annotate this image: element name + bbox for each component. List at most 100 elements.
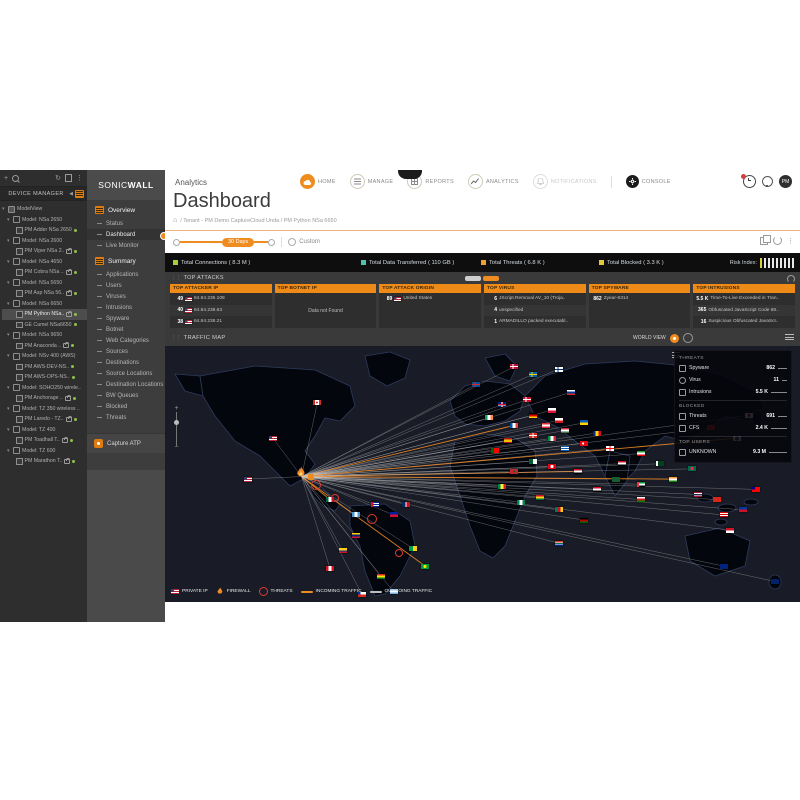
country-flag-marker-ua[interactable]	[580, 420, 588, 425]
collapse-arrow-icon[interactable]: ◀	[69, 191, 73, 197]
world-view-off-toggle[interactable]	[683, 333, 693, 343]
attack-panel-row[interactable]: 3864.84.238.21	[170, 316, 272, 328]
tree-device-item[interactable]: PM AWS-DEV-NS..	[2, 362, 87, 373]
sidebar-item-spyware[interactable]: Spyware	[87, 313, 165, 324]
sidebar-item-live-monitor[interactable]: Live Monitor	[87, 240, 165, 251]
attack-panel-row[interactable]: 1ARMADILLO packed executabl..	[484, 316, 586, 328]
country-flag-marker-pl[interactable]	[548, 408, 556, 413]
country-flag-marker-th[interactable]	[694, 492, 702, 497]
sidebar-item-dashboard[interactable]: Dashboard	[87, 229, 165, 240]
tree-root-item[interactable]: ▾ModelView	[2, 204, 87, 215]
country-flag-marker-pt[interactable]	[491, 448, 499, 453]
drag-grip-icon[interactable]: ⋮⋮	[171, 335, 182, 341]
sidebar-item-bw-queues[interactable]: BW Queues	[87, 390, 165, 401]
country-flag-marker-tr[interactable]	[580, 441, 588, 446]
toggle-right[interactable]	[483, 276, 499, 281]
country-flag-marker-ir[interactable]	[637, 451, 645, 456]
country-flag-marker-cz[interactable]	[555, 418, 563, 423]
device-checkbox[interactable]	[16, 248, 23, 255]
search-icon[interactable]	[12, 175, 19, 182]
sidebar-item-viruses[interactable]: Viruses	[87, 291, 165, 302]
world-view-on-toggle[interactable]	[670, 334, 679, 343]
tree-model-item[interactable]: ▾Model: NSa 2600	[2, 236, 87, 247]
country-flag-marker-sn[interactable]	[498, 484, 506, 489]
country-flag-marker-ng[interactable]	[517, 500, 525, 505]
device-checkbox[interactable]	[16, 395, 23, 402]
country-flag-marker-za[interactable]	[555, 541, 563, 546]
country-flag-marker-ro[interactable]	[593, 431, 601, 436]
country-flag-marker-es[interactable]	[504, 438, 512, 443]
sidebar-item-applications[interactable]: Applications	[87, 269, 165, 280]
sidebar-item-botnet[interactable]: Botnet	[87, 324, 165, 335]
device-checkbox[interactable]	[16, 311, 23, 318]
country-flag-marker-pe[interactable]	[326, 566, 334, 571]
country-flag-marker-de[interactable]	[529, 413, 537, 418]
country-flag-marker-fr[interactable]	[510, 423, 518, 428]
attack-panel-row[interactable]: 6JScript.Removal AV_10 (Troja..	[484, 293, 586, 305]
country-flag-marker-co[interactable]	[339, 548, 347, 553]
country-flag-marker-eg[interactable]	[574, 469, 582, 474]
threat-panel-row[interactable]: Virus11	[679, 374, 787, 386]
country-flag-marker-id[interactable]	[726, 528, 734, 533]
country-flag-marker-cm[interactable]	[555, 507, 563, 512]
country-flag-marker-ge[interactable]	[606, 446, 614, 451]
country-flag-marker-se[interactable]	[529, 372, 537, 377]
tips-bulb-icon[interactable]	[762, 176, 773, 187]
country-flag-marker-ie[interactable]	[485, 415, 493, 420]
country-flag-marker-dz[interactable]	[529, 459, 537, 464]
country-flag-marker-iq[interactable]	[618, 461, 626, 466]
tree-model-item[interactable]: ▾Model: TZ 350 wireless ..	[2, 404, 87, 415]
device-checkbox[interactable]	[16, 416, 23, 423]
zoom-out-icon[interactable]: −	[174, 445, 178, 451]
tree-model-item[interactable]: ▾Model: NSv 400 (AWS)	[2, 351, 87, 362]
home-icon[interactable]: ⌂	[173, 217, 177, 224]
device-checkbox[interactable]	[16, 374, 23, 381]
top-nav-console[interactable]: CONSOLE	[626, 175, 671, 188]
tree-device-item[interactable]: PM Viper NSa 2..	[2, 246, 87, 257]
country-flag-marker-vn[interactable]	[713, 497, 721, 502]
country-flag-marker-my[interactable]	[720, 512, 728, 517]
country-flag-marker-in[interactable]	[669, 477, 677, 482]
capture-atp-item[interactable]: Capture ATP	[87, 433, 165, 453]
top-nav-analytics[interactable]: ANALYTICS	[468, 174, 519, 189]
range-pill[interactable]: 30 Days	[222, 238, 254, 247]
top-nav-home[interactable]: HOME	[300, 174, 336, 189]
sidebar-item-intrusions[interactable]: Intrusions	[87, 302, 165, 313]
kebab-menu-icon[interactable]: ⋮	[76, 174, 83, 182]
country-flag-marker-ae[interactable]	[637, 482, 645, 487]
more-options-icon[interactable]: ⋮	[787, 237, 794, 245]
tree-device-item[interactable]: PM Marathon T..	[2, 456, 87, 467]
tree-device-item[interactable]: PM Cobra NSa ..	[2, 267, 87, 278]
add-device-icon[interactable]: +	[4, 175, 8, 182]
country-flag-marker-do[interactable]	[402, 502, 410, 507]
world-map[interactable]: THREATSSpyware862Virus11Intrusions5.5 KB…	[165, 346, 800, 602]
sidebar-item-blocked[interactable]: Blocked	[87, 401, 165, 412]
sidebar-item-destinations[interactable]: Destinations	[87, 357, 165, 368]
country-flag-marker-tw[interactable]	[752, 487, 760, 492]
country-flag-marker-us[interactable]	[244, 477, 252, 482]
threat-panel-row[interactable]: UNKNOWN9.3 M	[679, 446, 787, 458]
country-flag-marker-ye[interactable]	[593, 487, 601, 492]
device-checkbox[interactable]	[16, 458, 23, 465]
top-nav-manage[interactable]: MANAGE	[350, 174, 394, 189]
device-manager-menu-icon[interactable]	[75, 190, 84, 198]
slider-end-handle[interactable]	[268, 239, 275, 246]
custom-range-option[interactable]: Custom	[288, 238, 320, 246]
tree-device-item[interactable]: PM Python NSa..	[2, 309, 87, 320]
tree-device-item[interactable]: PM Laredo - TZ..	[2, 414, 87, 425]
country-flag-marker-cu[interactable]	[371, 502, 379, 507]
attack-panel-row[interactable]: 365Obfuscated JavaScript Code 68..	[693, 305, 795, 317]
tree-model-item[interactable]: ▾Model: TZ 400	[2, 425, 87, 436]
device-checkbox[interactable]	[16, 364, 23, 371]
country-flag-marker-om[interactable]	[637, 497, 645, 502]
country-flag-marker-gr[interactable]	[561, 446, 569, 451]
refresh-icon[interactable]: ↻	[55, 174, 61, 182]
device-checkbox[interactable]	[16, 290, 23, 297]
export-icon[interactable]	[760, 237, 768, 245]
country-flag-marker-br[interactable]	[421, 564, 429, 569]
tree-model-item[interactable]: ▾Model: NSa 6650	[2, 299, 87, 310]
tree-device-item[interactable]: PM Anaconda ..	[2, 341, 87, 352]
tree-model-item[interactable]: ▾Model: NSa 4650	[2, 257, 87, 268]
attack-panel-row[interactable]: 4064.84.238.63	[170, 305, 272, 317]
country-flag-marker-gt[interactable]	[352, 512, 360, 517]
